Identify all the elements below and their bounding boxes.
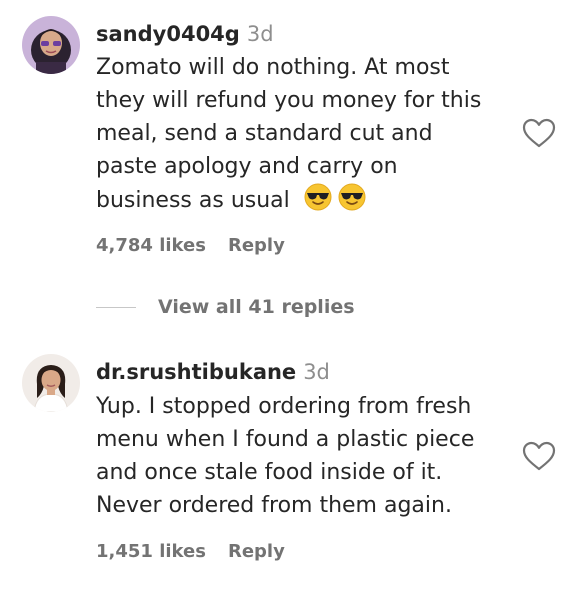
avatar[interactable]	[22, 354, 80, 412]
username[interactable]: dr.srushtibukane	[96, 360, 296, 384]
comment-text-line: Never ordered from them again.	[96, 493, 452, 518]
comment-text-line: and once stale food inside of it.	[96, 460, 443, 485]
avatar-image	[22, 354, 80, 412]
comment-dr-srushtibukane: dr.srushtibukane 3d Yup. I stopped orderi…	[0, 0, 570, 595]
comment-header: dr.srushtibukane 3d	[96, 359, 330, 385]
comment-text-line: menu when I found a plastic piece	[96, 427, 475, 452]
like-heart-icon[interactable]	[522, 441, 556, 471]
comment-text: Yup. I stopped ordering from fresh menu …	[96, 390, 516, 522]
likes-count[interactable]: 1,451 likes	[96, 541, 206, 562]
reply-button[interactable]: Reply	[228, 541, 285, 562]
comment-text-line: Yup. I stopped ordering from fresh	[96, 394, 472, 419]
timestamp: 3d	[303, 360, 330, 384]
comment-meta: 1,451 likes Reply	[96, 541, 285, 563]
